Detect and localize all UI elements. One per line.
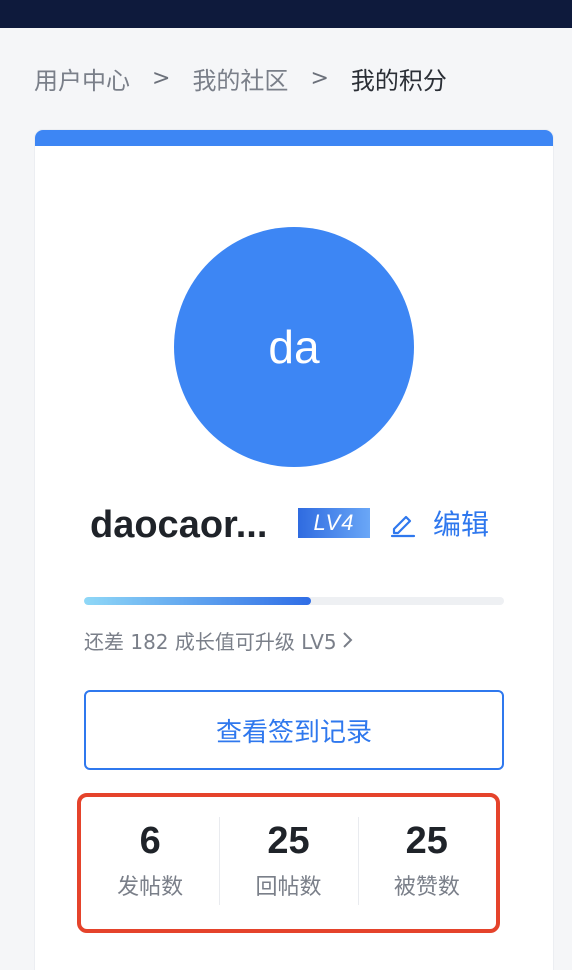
upgrade-hint-link[interactable]: 还差 182 成长值可升级 LV5 (84, 624, 355, 656)
chevron-right-icon: > (310, 65, 329, 91)
stat-label: 发帖数 (117, 875, 184, 900)
stat-value: 25 (267, 820, 310, 862)
level-badge: LV4 (298, 508, 370, 538)
growth-progress-bar (84, 597, 504, 605)
username: daocaor... (90, 504, 268, 546)
profile-card: da daocaor... LV4 编辑 还差 182 成长值可升级 LV5 查… (35, 130, 553, 970)
upgrade-hint-text: 还差 182 成长值可升级 LV5 (84, 629, 337, 654)
stat-replies[interactable]: 25 回帖数 (219, 797, 357, 929)
edit-button[interactable]: 编辑 (433, 500, 489, 550)
avatar: da (174, 227, 414, 467)
card-accent-bar (35, 130, 553, 146)
stat-label: 回帖数 (255, 875, 322, 900)
growth-progress-fill (84, 597, 311, 605)
view-checkin-records-button[interactable]: 查看签到记录 (84, 690, 504, 770)
chevron-right-icon (342, 632, 353, 648)
stat-label: 被赞数 (393, 875, 460, 900)
breadcrumb-user-center[interactable]: 用户中心 (34, 61, 130, 96)
breadcrumb-my-community[interactable]: 我的社区 (192, 61, 288, 96)
top-bar (0, 0, 572, 28)
stat-value: 25 (405, 820, 448, 862)
breadcrumb-my-points: 我的积分 (350, 66, 447, 95)
name-row: daocaor... LV4 编辑 (35, 500, 553, 550)
chevron-right-icon: > (152, 65, 171, 91)
stat-likes[interactable]: 25 被赞数 (357, 797, 496, 929)
pencil-icon[interactable] (389, 510, 417, 538)
stat-value: 6 (139, 820, 161, 862)
stats-panel: 6 发帖数 25 回帖数 25 被赞数 (77, 793, 500, 933)
stat-posts[interactable]: 6 发帖数 (81, 797, 219, 929)
breadcrumb: 用户中心 > 我的社区 > 我的积分 (34, 58, 447, 98)
